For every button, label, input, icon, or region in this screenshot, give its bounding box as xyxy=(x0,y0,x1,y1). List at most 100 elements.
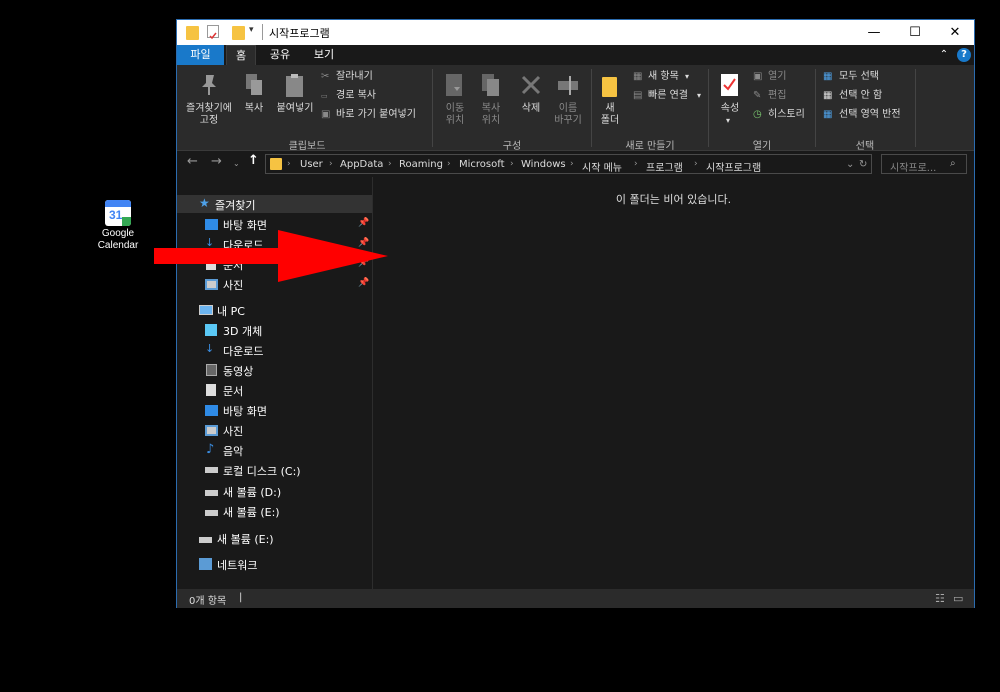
red-arrow-annotation xyxy=(154,230,388,282)
address-dropdown-icon[interactable]: ⌄ xyxy=(846,159,854,170)
easy-access-icon: ▤ xyxy=(633,90,643,101)
large-icons-view-icon[interactable]: ▭ xyxy=(953,592,963,605)
download-icon: ↓ xyxy=(205,342,215,355)
properties-icon xyxy=(721,74,738,96)
navigation-bar: ← → ⌄ ↑ › User › AppData › Roaming › Mic… xyxy=(177,151,974,177)
new-folder-icon xyxy=(602,77,617,97)
copy-to-button[interactable]: 복사 위치 xyxy=(474,69,508,129)
pictures-icon xyxy=(205,425,218,436)
drive-icon xyxy=(199,537,212,543)
nav-item-pc-downloads[interactable]: ↓ 다운로드 xyxy=(177,341,373,359)
drive-icon xyxy=(205,510,218,516)
forward-icon[interactable]: → xyxy=(211,155,222,168)
nav-item-pc-desktop[interactable]: 바탕 화면 xyxy=(177,401,373,419)
breadcrumb-user[interactable]: User xyxy=(300,159,323,170)
dropdown-arrow-icon: ▾ xyxy=(697,91,702,100)
breadcrumb-start-menu[interactable]: 시작 메뉴 xyxy=(582,159,622,174)
up-icon[interactable]: ↑ xyxy=(248,154,259,167)
open-icon: ▣ xyxy=(753,71,763,82)
tab-share[interactable]: 공유 xyxy=(263,45,297,65)
address-bar[interactable]: › User › AppData › Roaming › Microsoft ›… xyxy=(265,154,872,174)
nav-this-pc[interactable]: 내 PC xyxy=(177,301,373,319)
tab-home[interactable]: 홈 xyxy=(226,45,256,65)
video-icon xyxy=(206,364,217,376)
qa-dropdown-icon[interactable]: ▾ xyxy=(249,25,254,39)
refresh-icon[interactable]: ↻ xyxy=(859,159,867,170)
collapse-ribbon-icon[interactable]: ⌃ xyxy=(937,45,951,65)
nav-network[interactable]: 네트워크 xyxy=(177,555,373,573)
invert-selection-icon: ▦ xyxy=(823,109,833,120)
drive-icon xyxy=(205,467,218,473)
drive-icon xyxy=(205,490,218,496)
nav-item-drive-d[interactable]: 새 볼륨 (D:) xyxy=(177,482,373,500)
details-view-icon[interactable]: ☷ xyxy=(935,592,945,605)
title-bar: ▾ 시작프로그램 — ☐ ✕ xyxy=(177,20,974,45)
select-all-icon: ▦ xyxy=(823,71,833,82)
nav-quick-access[interactable]: ★ 즐겨찾기 xyxy=(177,195,373,213)
group-label-organize: 구성 xyxy=(502,141,522,152)
breadcrumb-windows[interactable]: Windows xyxy=(521,159,566,170)
file-list-area[interactable]: 이 폴더는 비어 있습니다. xyxy=(373,177,974,589)
scissors-icon: ✂ xyxy=(321,71,330,82)
cube-icon xyxy=(205,324,217,336)
close-button[interactable]: ✕ xyxy=(935,20,975,45)
move-icon xyxy=(446,74,462,96)
maximize-button[interactable]: ☐ xyxy=(895,20,935,45)
nav-item-videos[interactable]: 동영상 xyxy=(177,361,373,379)
nav-item-drive-e[interactable]: 새 볼륨 (E:) xyxy=(177,502,373,520)
dropdown-arrow-icon: ▾ xyxy=(685,72,690,81)
nav-item-drive-c[interactable]: 로컬 디스크 (C:) xyxy=(177,461,373,479)
nav-drive-e-root[interactable]: 새 볼륨 (E:) xyxy=(177,529,373,547)
document-icon xyxy=(206,384,216,396)
breadcrumb-appdata[interactable]: AppData xyxy=(340,159,383,170)
search-icon: ⌕ xyxy=(950,158,956,169)
music-icon: ♪ xyxy=(206,442,215,457)
desktop-icon-label: Google Calendar xyxy=(97,228,139,251)
group-label-open: 열기 xyxy=(752,141,772,152)
new-folder-qa-icon[interactable] xyxy=(232,26,245,40)
edit-icon: ✎ xyxy=(753,90,762,101)
new-folder-button[interactable]: 새 폴더 xyxy=(595,69,625,129)
move-to-button[interactable]: 이동 위치 xyxy=(438,69,472,129)
properties-button[interactable]: 속성 ▾ xyxy=(713,69,747,129)
empty-folder-message: 이 폴더는 비어 있습니다. xyxy=(615,193,732,206)
recent-locations-icon[interactable]: ⌄ xyxy=(233,158,240,170)
delete-x-icon xyxy=(521,75,541,95)
search-box[interactable]: 시작프로... ⌕ xyxy=(881,154,967,174)
paste-icon xyxy=(286,74,303,97)
explorer-window: ▾ 시작프로그램 — ☐ ✕ 파일 홈 공유 보기 ⌃ ? 즐겨찾기에 고정 복… xyxy=(176,19,975,608)
ribbon-tabs: 파일 홈 공유 보기 ⌃ ? xyxy=(177,45,974,65)
search-input[interactable]: 시작프로... xyxy=(890,159,936,174)
breadcrumb-startup[interactable]: 시작프로그램 xyxy=(706,159,761,174)
pin-quick-access-button[interactable]: 즐겨찾기에 고정 xyxy=(185,69,233,131)
paste-button[interactable]: 붙여넣기 xyxy=(273,69,317,119)
window-title: 시작프로그램 xyxy=(269,27,330,40)
nav-item-pc-documents[interactable]: 문서 xyxy=(177,381,373,399)
group-label-clipboard: 클립보드 xyxy=(288,141,326,152)
properties-qa-icon[interactable] xyxy=(207,25,219,40)
history-icon: ◷ xyxy=(753,109,762,120)
breadcrumb-programs[interactable]: 프로그램 xyxy=(646,159,683,174)
copy-to-icon xyxy=(482,74,499,96)
tab-file[interactable]: 파일 xyxy=(177,45,224,65)
back-icon[interactable]: ← xyxy=(187,155,198,168)
desktop-icon xyxy=(205,405,218,416)
tab-view[interactable]: 보기 xyxy=(307,45,341,65)
breadcrumb-roaming[interactable]: Roaming xyxy=(399,159,443,170)
group-label-new: 새로 만들기 xyxy=(625,141,675,152)
pin-icon xyxy=(202,75,216,95)
delete-button[interactable]: 삭제 xyxy=(514,69,548,129)
nav-item-music[interactable]: ♪ 음악 xyxy=(177,441,373,459)
computer-icon xyxy=(199,305,213,315)
nav-item-3d-objects[interactable]: 3D 개체 xyxy=(177,321,373,339)
nav-item-pc-pictures[interactable]: 사진 xyxy=(177,421,373,439)
desktop-icon-google-calendar[interactable]: 31 Google Calendar xyxy=(92,200,144,252)
shortcut-icon: ▣ xyxy=(321,109,331,120)
breadcrumb-microsoft[interactable]: Microsoft xyxy=(459,159,505,170)
copy-button[interactable]: 복사 xyxy=(239,69,269,119)
minimize-button[interactable]: — xyxy=(854,20,894,45)
help-icon[interactable]: ? xyxy=(957,48,971,62)
rename-button[interactable]: 이름 바꾸기 xyxy=(549,69,587,129)
new-item-icon: ▦ xyxy=(633,71,643,82)
select-none-icon: ▦ xyxy=(823,90,833,101)
